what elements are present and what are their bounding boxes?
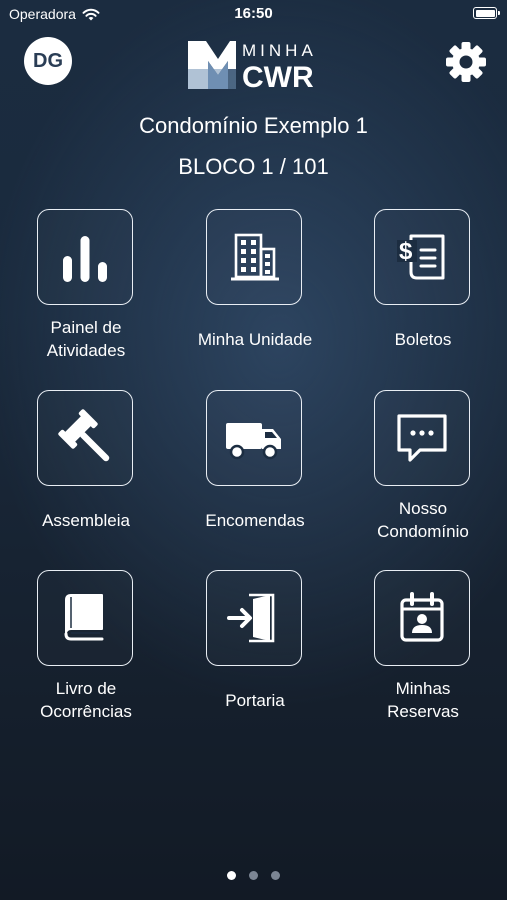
logo-text-top: MINHA bbox=[242, 41, 317, 60]
tile-label: Livro de Ocorrências bbox=[40, 679, 132, 721]
condominium-name: Condomínio Exemplo 1 bbox=[139, 113, 368, 138]
tile-icon-box bbox=[374, 390, 470, 486]
tile-icon-box bbox=[206, 570, 302, 666]
calendar-person-icon bbox=[400, 592, 444, 642]
tile-painel-atividades[interactable]: Painel de Atividades bbox=[11, 209, 161, 379]
invoice-icon: $ bbox=[397, 234, 445, 280]
battery-icon bbox=[473, 7, 500, 19]
minha-cwr-logo: MINHA CWR bbox=[188, 41, 317, 91]
chat-bubble-icon bbox=[397, 414, 447, 462]
tile-minha-unidade[interactable]: Minha Unidade bbox=[180, 209, 330, 379]
page-dot-2[interactable] bbox=[249, 871, 258, 880]
tile-icon-box bbox=[206, 209, 302, 305]
tile-encomendas[interactable]: Encomendas bbox=[180, 390, 330, 560]
page-indicator[interactable] bbox=[0, 871, 507, 880]
tile-icon-box bbox=[37, 209, 133, 305]
tile-minhas-reservas[interactable]: Minhas Reservas bbox=[348, 570, 498, 740]
truck-icon bbox=[226, 423, 281, 460]
tile-label: Painel de Atividades bbox=[46, 318, 126, 360]
tile-icon-box bbox=[206, 390, 302, 486]
tile-boletos[interactable]: $ Boletos bbox=[348, 209, 498, 379]
bar-chart-icon bbox=[63, 236, 107, 282]
tile-label: Minha Unidade bbox=[197, 330, 313, 349]
gear-icon[interactable] bbox=[444, 40, 488, 84]
svg-text:$: $ bbox=[399, 238, 413, 265]
tile-label: Assembleia bbox=[42, 511, 130, 530]
tile-label: Boletos bbox=[394, 330, 452, 349]
status-bar: Operadora 16:50 bbox=[0, 0, 507, 28]
unit-label: BLOCO 1 / 101 bbox=[178, 154, 329, 179]
tile-icon-box bbox=[374, 570, 470, 666]
logo-text-bottom: CWR bbox=[242, 61, 314, 91]
user-avatar[interactable]: DG bbox=[24, 37, 72, 85]
tile-icon-box: $ bbox=[374, 209, 470, 305]
status-time: 16:50 bbox=[234, 5, 273, 22]
building-icon bbox=[231, 233, 279, 281]
page-dot-3[interactable] bbox=[271, 871, 280, 880]
tile-portaria[interactable]: Portaria bbox=[180, 570, 330, 740]
tile-icon-box bbox=[37, 390, 133, 486]
tile-label: Minhas Reservas bbox=[387, 679, 459, 721]
gavel-icon bbox=[58, 409, 110, 462]
door-enter-icon bbox=[227, 593, 275, 643]
book-icon bbox=[64, 594, 104, 641]
tile-icon-box bbox=[37, 570, 133, 666]
tile-label: Encomendas bbox=[205, 511, 305, 530]
avatar-initials: DG bbox=[33, 49, 63, 72]
tile-livro-ocorrencias[interactable]: Livro de Ocorrências bbox=[11, 570, 161, 740]
tile-nosso-condominio[interactable]: Nosso Condomínio bbox=[348, 390, 498, 560]
tile-label: Portaria bbox=[225, 691, 285, 710]
page-dot-1[interactable] bbox=[227, 871, 236, 880]
tile-label: Nosso Condomínio bbox=[377, 499, 469, 541]
tile-assembleia[interactable]: Assembleia bbox=[11, 390, 161, 560]
